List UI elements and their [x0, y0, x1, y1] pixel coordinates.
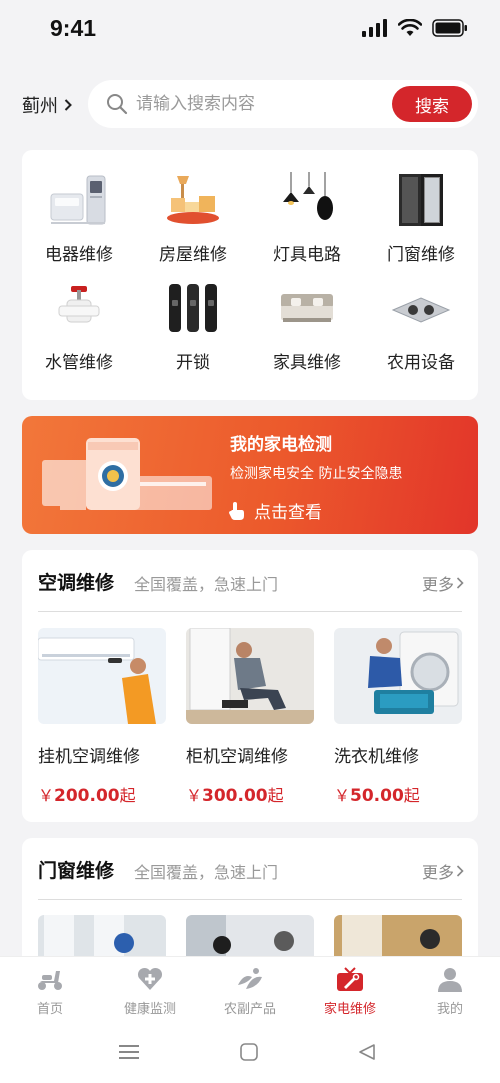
- banner-cta-label: 点击查看: [254, 503, 322, 523]
- furniture-icon: [281, 294, 333, 322]
- service-photo: [334, 628, 462, 724]
- appliance-check-banner[interactable]: 我的家电检测 检测家电安全 防止安全隐患 点击查看: [22, 416, 478, 534]
- category-label: 家具维修: [273, 353, 341, 373]
- currency-symbol: ￥: [186, 786, 203, 805]
- category-furniture[interactable]: 家具维修: [250, 258, 364, 373]
- banner-title: 我的家电检测: [230, 435, 332, 455]
- section-ac-repair: 空调维修 全国覆盖，急速上门 更多 挂机空调维修 ￥200.00起 柜机空调维修…: [22, 550, 478, 822]
- price-value: 200.00: [54, 786, 120, 806]
- service-price: ￥200.00起: [38, 782, 136, 806]
- tab-appliance-repair[interactable]: 家电维修: [300, 957, 400, 1023]
- section-door-window-repair: 门窗维修 全国覆盖，急速上门 更多: [22, 838, 478, 956]
- service-photo: [334, 915, 462, 956]
- chevron-right-icon: [456, 577, 464, 589]
- category-house-repair[interactable]: 房屋维修: [136, 150, 250, 265]
- lock-icon: [169, 284, 217, 332]
- tab-label: 农副产品: [223, 1002, 276, 1017]
- chevron-right-icon: [64, 99, 72, 111]
- search-button[interactable]: 搜索: [392, 86, 472, 122]
- divider: [38, 611, 462, 612]
- section-title: 门窗维修: [38, 860, 115, 882]
- user-icon: [438, 968, 462, 992]
- banner-subtitle: 检测家电安全 防止安全隐患: [230, 466, 403, 482]
- farm-equipment-icon: [391, 297, 451, 323]
- status-time: 9:41: [50, 15, 97, 41]
- tab-health[interactable]: 健康监测: [100, 957, 200, 1023]
- service-photo: [38, 628, 166, 724]
- service-price: ￥300.00起: [186, 782, 284, 806]
- tab-produce[interactable]: 农副产品: [200, 957, 300, 1023]
- price-value: 300.00: [202, 786, 268, 806]
- tab-profile[interactable]: 我的: [400, 957, 500, 1023]
- service-photo: [38, 915, 166, 956]
- category-label: 水管维修: [45, 353, 113, 373]
- price-suffix: 起: [403, 786, 420, 805]
- door-window-icon: [399, 174, 443, 226]
- category-grid: 电器维修 房屋维修 灯具电路 门窗维修 水管维修 开锁 家具维修 农用设备: [22, 150, 478, 400]
- category-door-window[interactable]: 门窗维修: [364, 150, 478, 265]
- status-icons: [362, 19, 468, 37]
- water-pipe-icon: [58, 286, 100, 323]
- search-icon: [107, 94, 128, 115]
- currency-symbol: ￥: [334, 786, 351, 805]
- category-label: 农用设备: [387, 353, 455, 373]
- service-photo: [186, 628, 314, 724]
- price-suffix: 起: [119, 786, 136, 805]
- battery-icon: [432, 19, 467, 37]
- category-appliance-repair[interactable]: 电器维修: [22, 150, 136, 265]
- tap-hand-icon: [229, 501, 244, 520]
- banner-cta[interactable]: 点击查看: [228, 498, 322, 523]
- section-header: 空调维修 全国覆盖，急速上门 更多: [22, 550, 478, 612]
- service-photo: [186, 915, 314, 956]
- search-input[interactable]: [136, 90, 376, 118]
- status-bar: 9:41: [0, 0, 500, 60]
- search-row: 蓟州 搜索: [0, 80, 500, 128]
- tab-label: 健康监测: [123, 1002, 176, 1017]
- scooter-icon: [38, 971, 62, 990]
- lamp-icon: [283, 172, 333, 220]
- service-name: 挂机空调维修: [38, 747, 140, 767]
- tab-label: 首页: [36, 1002, 63, 1017]
- produce-icon: [238, 968, 262, 989]
- home-square-icon[interactable]: [240, 1043, 258, 1061]
- section-subtitle: 全国覆盖，急速上门: [134, 575, 279, 594]
- section-subtitle: 全国覆盖，急速上门: [134, 863, 279, 882]
- category-unlock[interactable]: 开锁: [136, 258, 250, 373]
- divider: [38, 899, 462, 900]
- service-price: ￥50.00起: [334, 782, 420, 806]
- chevron-right-icon: [456, 865, 464, 877]
- tab-label: 我的: [436, 1002, 463, 1017]
- city-label: 蓟州: [22, 96, 58, 117]
- menu-icon[interactable]: [119, 1043, 139, 1061]
- appliance-illustration: [42, 438, 212, 510]
- more-label: 更多: [421, 575, 454, 594]
- more-link[interactable]: 更多: [422, 571, 464, 595]
- service-name: 洗衣机维修: [334, 747, 419, 767]
- bottom-tab-bar: 首页 健康监测 农副产品 家电维修 我的: [0, 956, 500, 1022]
- more-link[interactable]: 更多: [422, 859, 464, 883]
- category-water-pipe[interactable]: 水管维修: [22, 258, 136, 373]
- back-triangle-icon[interactable]: [358, 1043, 376, 1061]
- heart-plus-icon: [137, 967, 163, 990]
- city-selector[interactable]: 蓟州: [22, 92, 72, 118]
- currency-symbol: ￥: [38, 786, 55, 805]
- price-suffix: 起: [267, 786, 284, 805]
- more-label: 更多: [421, 863, 454, 882]
- tv-repair-icon: [337, 967, 363, 991]
- section-title: 空调维修: [38, 572, 115, 594]
- house-repair-icon: [167, 176, 219, 224]
- signal-icon: [362, 19, 387, 37]
- price-value: 50.00: [350, 786, 404, 806]
- tab-label: 家电维修: [323, 1002, 376, 1017]
- category-label: 开锁: [176, 353, 210, 373]
- category-farm-equipment[interactable]: 农用设备: [364, 258, 478, 373]
- appliance-icon: [50, 175, 106, 225]
- service-name: 柜机空调维修: [186, 747, 288, 767]
- search-box: 搜索: [88, 80, 478, 128]
- category-lamp-circuit[interactable]: 灯具电路: [250, 150, 364, 265]
- section-header: 门窗维修 全国覆盖，急速上门 更多: [22, 838, 478, 900]
- wifi-icon: [398, 19, 422, 36]
- tab-home[interactable]: 首页: [0, 957, 100, 1023]
- system-nav-bar: [0, 1022, 500, 1083]
